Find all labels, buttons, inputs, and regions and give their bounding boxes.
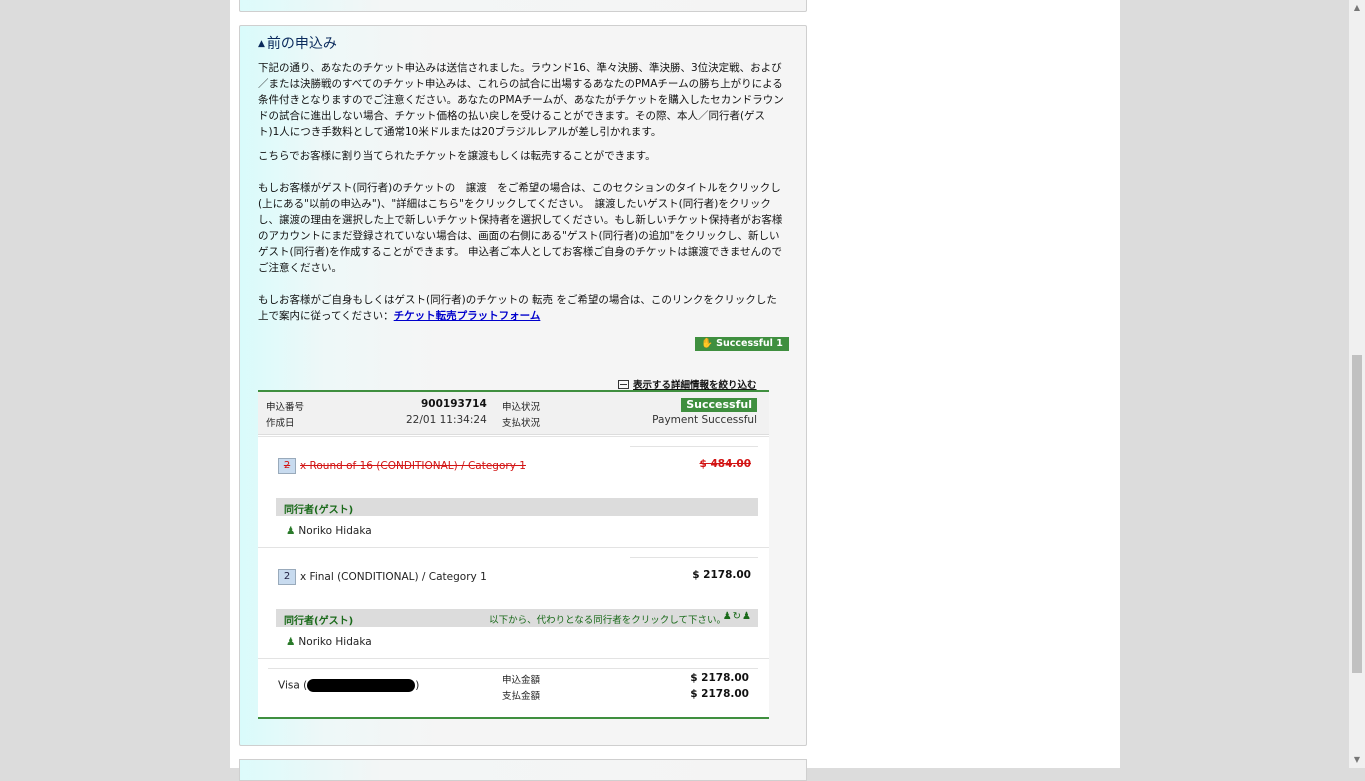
info-paragraph-2: こちらでお客様に割り当てられたチケットを譲渡もしくは転売することができます。 bbox=[258, 150, 656, 162]
order-status-badge: Successful bbox=[681, 398, 757, 412]
section-title-text: 前の申込み bbox=[266, 36, 337, 52]
line-item-round16[interactable]: 2 x Round of 16 (CONDITIONAL) / Category … bbox=[278, 458, 526, 474]
scroll-down-icon[interactable]: ▼ bbox=[1349, 752, 1365, 768]
divider bbox=[258, 547, 769, 548]
successful-count-text: Successful 1 bbox=[716, 338, 783, 349]
successful-count-badge[interactable]: ✋ Successful 1 bbox=[695, 337, 789, 351]
list-icon bbox=[618, 380, 629, 389]
guest-name: Noriko Hidaka bbox=[298, 525, 372, 537]
quantity-badge: 2 bbox=[278, 569, 296, 585]
previous-applications-section: ▲ 前の申込み 下記の通り、あなたのチケット申込みは送信されました。ラウンド16、… bbox=[239, 25, 807, 746]
paid-label: 支払金額 bbox=[502, 691, 541, 702]
redacted-card-number bbox=[307, 679, 416, 692]
order-amount: $ 2178.00 bbox=[690, 672, 749, 684]
info-paragraph-1: 下記の通り、あなたのチケット申込みは送信されました。ラウンド16、準々決勝、準決… bbox=[258, 62, 784, 138]
line-item-final[interactable]: 2 x Final (CONDITIONAL) / Category 1 bbox=[278, 569, 487, 585]
order-number: 900193714 bbox=[421, 398, 487, 410]
resale-platform-link[interactable]: チケット転売プラットフォーム bbox=[394, 310, 541, 322]
guest-replace-hint: 以下から、代わりとなる同行者をクリックして下さい。 bbox=[489, 615, 726, 626]
guest-name: Noriko Hidaka bbox=[298, 636, 372, 648]
paid-amount: $ 2178.00 bbox=[690, 688, 749, 700]
payment-status: Payment Successful bbox=[652, 414, 757, 426]
filter-details-link[interactable]: 表示する詳細情報を絞り込む bbox=[618, 377, 757, 391]
guest-header: 同行者(ゲスト) 以下から、代わりとなる同行者をクリックして下さい。 ♟↻♟ bbox=[276, 609, 758, 627]
guest-header-label: 同行者(ゲスト) bbox=[284, 505, 354, 516]
divider bbox=[258, 658, 769, 659]
order-date: 22/01 11:34:24 bbox=[406, 414, 487, 426]
collapse-triangle-icon: ▲ bbox=[258, 39, 265, 49]
quantity-badge: 2 bbox=[278, 458, 296, 474]
line-item-price: $ 2178.00 bbox=[692, 569, 751, 581]
order-date-label: 作成日 bbox=[266, 418, 295, 429]
amount-label: 申込金額 bbox=[502, 675, 541, 686]
guest-header: 同行者(ゲスト) bbox=[276, 498, 758, 516]
order-card: 申込番号 900193714 作成日 22/01 11:34:24 申込状況 支… bbox=[258, 390, 769, 719]
scrollbar-thumb[interactable] bbox=[1352, 355, 1362, 673]
divider bbox=[630, 446, 758, 447]
guest-row[interactable]: ♟ Noriko Hidaka bbox=[286, 525, 372, 537]
next-section-box bbox=[239, 759, 807, 781]
page-content: ▲ 前の申込み 下記の通り、あなたのチケット申込みは送信されました。ラウンド16、… bbox=[230, 0, 1120, 781]
guest-row[interactable]: ♟ Noriko Hidaka bbox=[286, 636, 372, 648]
line-item-desc: x Round of 16 (CONDITIONAL) / Category 1 bbox=[300, 460, 526, 472]
order-status-label: 申込状況 bbox=[502, 402, 541, 413]
divider bbox=[258, 436, 769, 437]
info-paragraph-3: もしお客様がゲスト(同行者)のチケットの 譲渡 をご希望の場合は、このセクション… bbox=[258, 182, 783, 274]
line-item-desc: x Final (CONDITIONAL) / Category 1 bbox=[300, 571, 487, 583]
line-item-price: $ 484.00 bbox=[699, 458, 751, 470]
payment-status-label: 支払状況 bbox=[502, 418, 541, 429]
payment-method-end: ) bbox=[415, 679, 420, 692]
order-header: 申込番号 900193714 作成日 22/01 11:34:24 申込状況 支… bbox=[258, 392, 769, 435]
divider bbox=[268, 668, 758, 669]
person-icon: ♟ bbox=[286, 636, 296, 648]
scroll-up-icon[interactable]: ▲ bbox=[1349, 0, 1365, 16]
guest-header-label: 同行者(ゲスト) bbox=[284, 616, 354, 627]
section-title[interactable]: ▲ 前の申込み bbox=[258, 33, 337, 53]
swap-guest-icon[interactable]: ♟↻♟ bbox=[723, 611, 752, 622]
info-paragraph-4: もしお客様がご自身もしくはゲスト(同行者)のチケットの 転売 をご希望の場合は、… bbox=[258, 292, 784, 324]
order-number-label: 申込番号 bbox=[266, 402, 305, 413]
payment-method: Visa () bbox=[278, 679, 419, 692]
payment-method-text: Visa ( bbox=[278, 679, 308, 692]
vertical-scrollbar[interactable]: ▲ ▼ bbox=[1349, 0, 1365, 768]
divider bbox=[630, 557, 758, 558]
person-icon: ♟ bbox=[286, 525, 296, 537]
previous-section-box bbox=[239, 0, 807, 12]
